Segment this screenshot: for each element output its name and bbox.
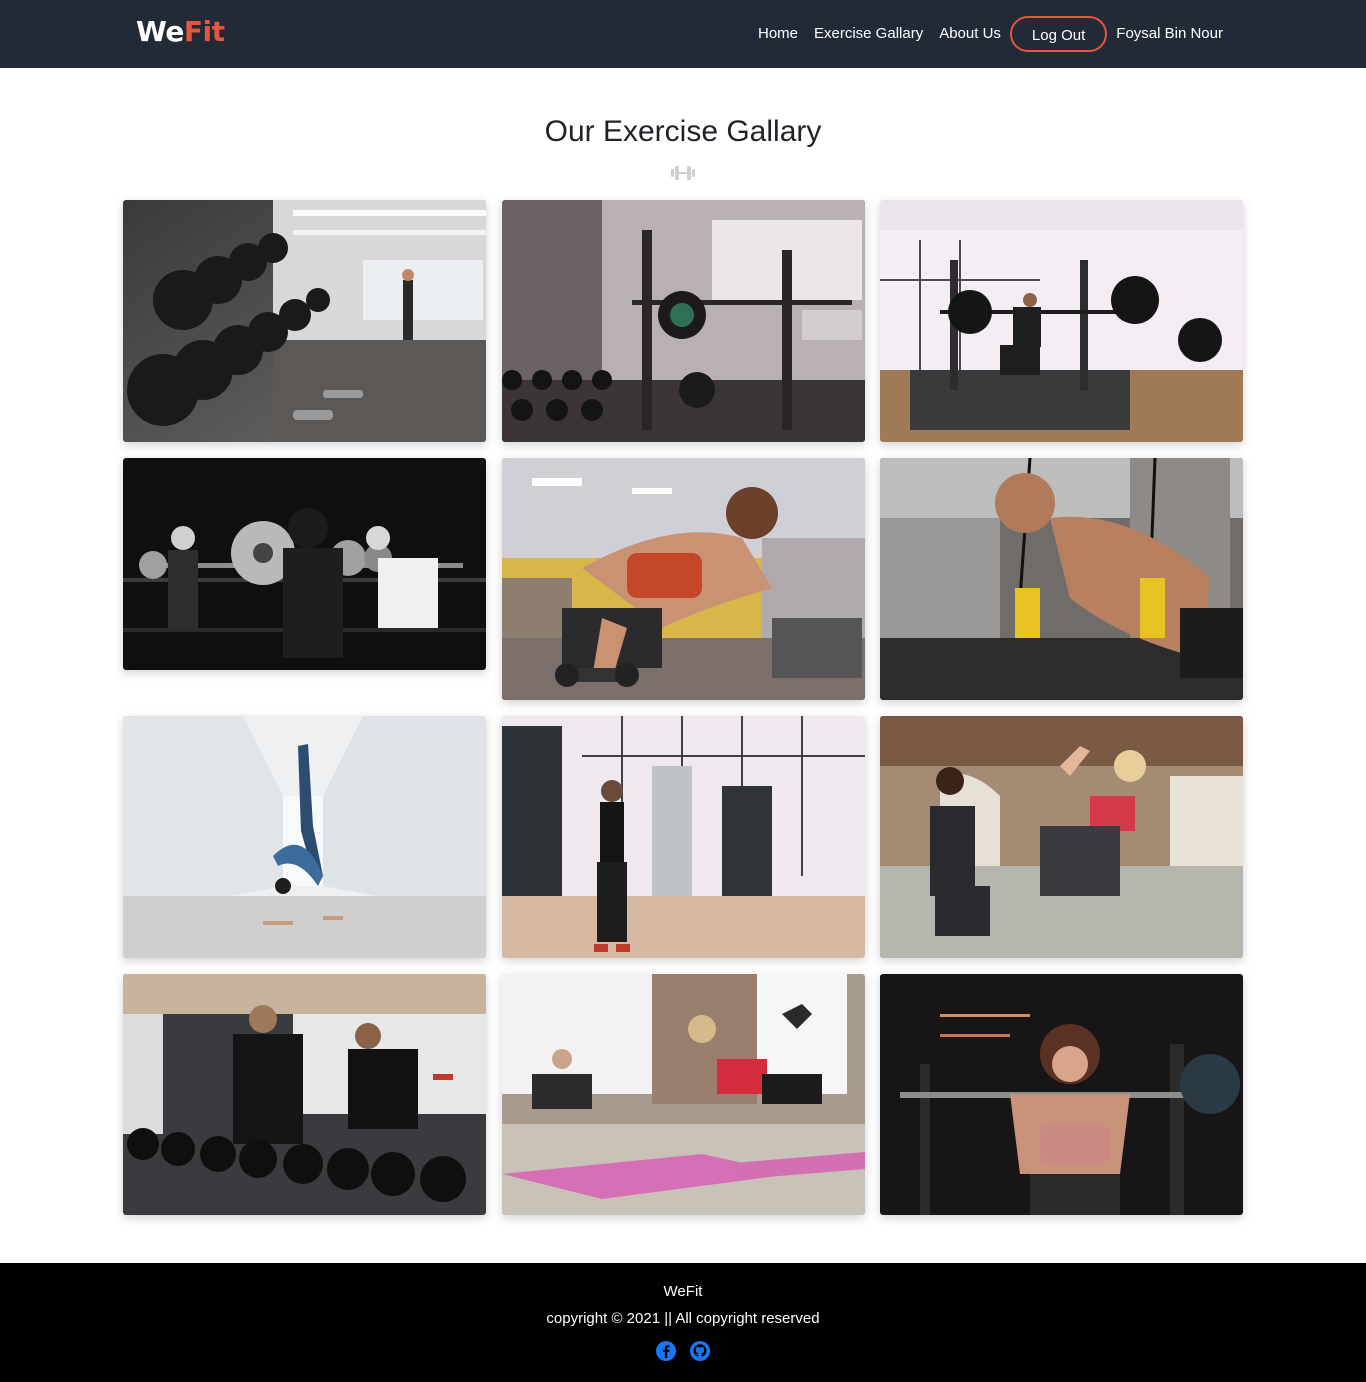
gallery-image-women-high-five[interactable]: women-high-five-photo [880, 716, 1243, 958]
social-icons [0, 1340, 1366, 1362]
gallery-image-yoga-handstand[interactable]: yoga-handstand-photo [123, 716, 486, 958]
footer-copyright: copyright © 2021 || All copyright reserv… [546, 1310, 820, 1327]
gallery-image-group-barbell-squat[interactable]: group-barbell-squat-photo [123, 458, 486, 670]
gallery-image-squat-rack[interactable]: squat-rack-gym-photo [502, 200, 865, 442]
github-icon[interactable] [689, 1340, 711, 1362]
nav-links: Home Exercise Gallary About Us Log Out F… [750, 14, 1231, 54]
dumbbell-icon [671, 166, 695, 180]
gallery-image-man-cable-machine[interactable]: man-cable-machine-photo [502, 716, 865, 958]
footer: WeFit copyright © 2021 || All copyright … [0, 1263, 1366, 1382]
brand-fit: Fit [183, 15, 225, 48]
facebook-icon[interactable] [655, 1340, 677, 1362]
brand-we: We [136, 15, 184, 48]
brand-logo[interactable]: WeFit [136, 14, 225, 50]
navbar: WeFit Home Exercise Gallary About Us Log… [0, 0, 1366, 68]
nav-gallery-link[interactable]: Exercise Gallary [806, 14, 931, 54]
user-name[interactable]: Foysal Bin Nour [1108, 14, 1231, 54]
footer-brand: WeFit [663, 1283, 703, 1300]
nav-about-link[interactable]: About Us [931, 14, 1009, 54]
gallery-image-dumbbell-rack[interactable]: dumbbell-rack-gym-photo [123, 200, 486, 442]
gallery-image-man-trx[interactable]: man-trx-pushup-photo [880, 458, 1243, 700]
gallery-image-man-squatting[interactable]: man-squatting-photo [880, 200, 1243, 442]
page-title: Our Exercise Gallary [544, 115, 822, 148]
gallery-image-woman-barbell-squat[interactable]: woman-barbell-squat-photo [880, 974, 1243, 1215]
gallery-image-woman-dumbbell-row[interactable]: woman-dumbbell-row-photo [502, 458, 865, 700]
nav-home-link[interactable]: Home [750, 14, 806, 54]
gallery-image-women-mat-exercise[interactable]: women-mat-exercise-photo [502, 974, 865, 1215]
gallery-image-men-dumbbell-rack[interactable]: men-dumbbell-rack-photo [123, 974, 486, 1215]
logout-button[interactable]: Log Out [1009, 16, 1108, 52]
